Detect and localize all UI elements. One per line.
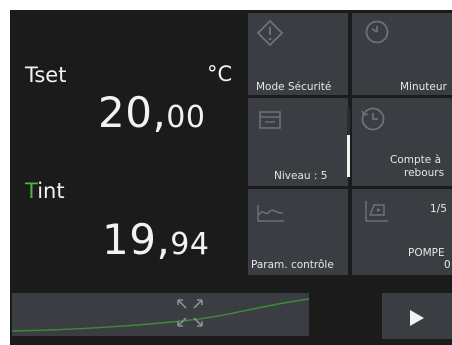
level-scrollbar-thumb[interactable]: [347, 135, 350, 177]
timer-tile[interactable]: Minuteur: [352, 13, 452, 95]
internal-temp-value: 19,94: [102, 215, 209, 264]
program-number-label: 0: [444, 259, 451, 271]
countdown-tile[interactable]: Compte à rebours: [352, 98, 452, 186]
play-icon: [408, 309, 426, 331]
setpoint-value[interactable]: 20,00: [98, 88, 205, 137]
setpoint-label: Tset: [25, 63, 67, 87]
control-params-tile[interactable]: Param. contrôle: [248, 189, 348, 275]
internal-temp-label: Tint: [25, 179, 65, 203]
program-tile[interactable]: 1/5 POMPE 0: [352, 189, 452, 275]
level-scrollbar[interactable]: [347, 107, 350, 177]
trend-graph-panel[interactable]: [12, 293, 309, 336]
warning-diamond-icon: [256, 19, 284, 51]
control-params-label: Param. contrôle: [251, 259, 334, 271]
countdown-icon: [360, 106, 386, 136]
level-tile[interactable]: Niveau : 5: [248, 98, 348, 186]
expand-arrows-icon[interactable]: [175, 297, 205, 333]
timer-label: Minuteur: [400, 81, 447, 93]
program-page-indicator: 1/5: [430, 203, 447, 215]
level-icon: [258, 110, 282, 134]
controller-screen: Tset °C 20,00 Tint 19,94 Mode Sécurité M…: [10, 10, 452, 345]
program-name-label: POMPE: [408, 247, 445, 259]
setpoint-value-dec: 00: [166, 100, 206, 135]
internal-temp-label-rest: int: [37, 179, 65, 203]
internal-temp-value-int: 19,: [102, 215, 171, 264]
countdown-label-line1: Compte à: [390, 154, 441, 166]
internal-temp-label-t: T: [25, 179, 38, 203]
internal-temp-value-dec: 94: [170, 227, 210, 262]
safety-mode-label: Mode Sécurité: [256, 81, 332, 93]
safety-mode-tile[interactable]: Mode Sécurité: [248, 13, 348, 95]
temperature-unit: °C: [207, 62, 233, 86]
countdown-label-line2: rebours: [404, 167, 445, 179]
program-icon: [364, 199, 390, 227]
trend-graph: [12, 298, 309, 332]
level-label: Niveau : 5: [274, 170, 328, 182]
setpoint-value-int: 20,: [98, 88, 167, 137]
clock-icon: [364, 19, 390, 49]
play-button[interactable]: [382, 293, 452, 339]
graph-icon: [256, 203, 286, 227]
